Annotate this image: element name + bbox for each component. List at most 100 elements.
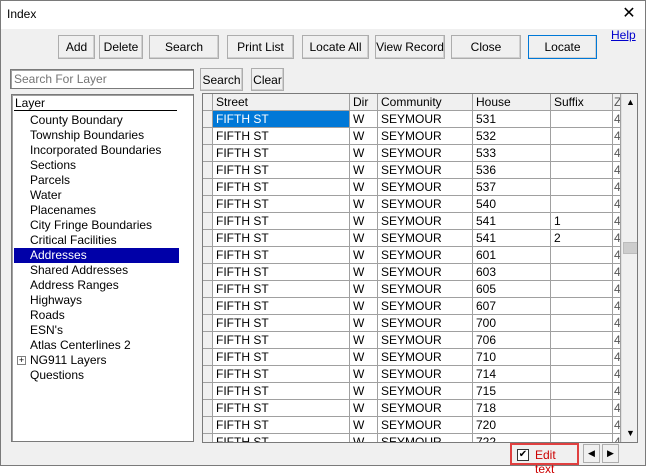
cell-house[interactable]: 541: [473, 230, 551, 247]
cell-z[interactable]: 4: [613, 417, 621, 434]
cell-dir[interactable]: W: [350, 383, 378, 400]
cell-community[interactable]: SEYMOUR: [378, 230, 473, 247]
cell-street[interactable]: FIFTH ST: [213, 417, 350, 434]
cell-community[interactable]: SEYMOUR: [378, 162, 473, 179]
cell-dir[interactable]: W: [350, 230, 378, 247]
cell-community[interactable]: SEYMOUR: [378, 179, 473, 196]
prev-record-icon[interactable]: ◀: [583, 444, 600, 463]
cell-z[interactable]: 4: [613, 230, 621, 247]
cell-street[interactable]: FIFTH ST: [213, 213, 350, 230]
cell-z[interactable]: 4: [613, 179, 621, 196]
cell-house[interactable]: 706: [473, 332, 551, 349]
cell-community[interactable]: SEYMOUR: [378, 417, 473, 434]
cell-dir[interactable]: W: [350, 434, 378, 442]
layer-item[interactable]: Addresses: [14, 248, 179, 263]
layer-item[interactable]: Parcels: [14, 173, 179, 188]
cell-street[interactable]: FIFTH ST: [213, 111, 350, 128]
cell-suffix[interactable]: [551, 417, 613, 434]
table-row[interactable]: FIFTH ST W SEYMOUR 710 4: [203, 349, 621, 366]
cell-community[interactable]: SEYMOUR: [378, 366, 473, 383]
cell-z[interactable]: 4: [613, 315, 621, 332]
cell-dir[interactable]: W: [350, 179, 378, 196]
cell-dir[interactable]: W: [350, 349, 378, 366]
cell-suffix[interactable]: [551, 400, 613, 417]
table-row[interactable]: FIFTH ST W SEYMOUR 706 4: [203, 332, 621, 349]
cell-house[interactable]: 720: [473, 417, 551, 434]
cell-house[interactable]: 532: [473, 128, 551, 145]
cell-suffix[interactable]: [551, 366, 613, 383]
close-button[interactable]: Close: [451, 35, 521, 59]
cell-house[interactable]: 533: [473, 145, 551, 162]
cell-suffix[interactable]: [551, 179, 613, 196]
view-record-button[interactable]: View Record: [375, 35, 445, 59]
layer-item[interactable]: Incorporated Boundaries: [14, 143, 179, 158]
cell-house[interactable]: 601: [473, 247, 551, 264]
cell-street[interactable]: FIFTH ST: [213, 179, 350, 196]
cell-street[interactable]: FIFTH ST: [213, 349, 350, 366]
row-indicator[interactable]: [203, 230, 213, 247]
cell-z[interactable]: 4: [613, 349, 621, 366]
cell-suffix[interactable]: [551, 264, 613, 281]
cell-street[interactable]: FIFTH ST: [213, 264, 350, 281]
table-row[interactable]: FIFTH ST W SEYMOUR 532 4: [203, 128, 621, 145]
column-header-house[interactable]: House: [473, 94, 551, 111]
cell-community[interactable]: SEYMOUR: [378, 315, 473, 332]
cell-suffix[interactable]: [551, 162, 613, 179]
scroll-up-icon[interactable]: ▲: [622, 94, 637, 111]
row-indicator[interactable]: [203, 332, 213, 349]
cell-suffix[interactable]: 2: [551, 230, 613, 247]
cell-house[interactable]: 531: [473, 111, 551, 128]
cell-z[interactable]: 4: [613, 400, 621, 417]
cell-street[interactable]: FIFTH ST: [213, 383, 350, 400]
cell-house[interactable]: 710: [473, 349, 551, 366]
row-indicator[interactable]: [203, 298, 213, 315]
column-header-community[interactable]: Community: [378, 94, 473, 111]
row-indicator[interactable]: [203, 111, 213, 128]
layer-item[interactable]: Township Boundaries: [14, 128, 179, 143]
close-icon[interactable]: ✕: [619, 4, 639, 24]
cell-suffix[interactable]: [551, 332, 613, 349]
row-indicator[interactable]: [203, 213, 213, 230]
cell-community[interactable]: SEYMOUR: [378, 196, 473, 213]
edit-text-checkbox[interactable]: ✔: [517, 449, 529, 461]
cell-community[interactable]: SEYMOUR: [378, 383, 473, 400]
cell-dir[interactable]: W: [350, 332, 378, 349]
cell-community[interactable]: SEYMOUR: [378, 349, 473, 366]
table-row[interactable]: FIFTH ST W SEYMOUR 714 4: [203, 366, 621, 383]
cell-dir[interactable]: W: [350, 315, 378, 332]
layer-item[interactable]: Shared Addresses: [14, 263, 179, 278]
cell-suffix[interactable]: [551, 196, 613, 213]
table-row[interactable]: FIFTH ST W SEYMOUR 720 4: [203, 417, 621, 434]
edit-text-toggle[interactable]: ✔ Edit text: [510, 443, 579, 476]
help-link[interactable]: Help: [611, 28, 636, 42]
layer-search-button[interactable]: Search: [200, 68, 243, 91]
cell-house[interactable]: 718: [473, 400, 551, 417]
cell-suffix[interactable]: [551, 298, 613, 315]
layer-item[interactable]: Water: [14, 188, 179, 203]
cell-suffix[interactable]: [551, 128, 613, 145]
expand-plus-icon[interactable]: +: [17, 356, 26, 365]
row-indicator[interactable]: [203, 179, 213, 196]
cell-house[interactable]: 722: [473, 434, 551, 442]
cell-z[interactable]: 4: [613, 298, 621, 315]
cell-community[interactable]: SEYMOUR: [378, 332, 473, 349]
cell-street[interactable]: FIFTH ST: [213, 230, 350, 247]
row-indicator[interactable]: [203, 196, 213, 213]
column-header-street[interactable]: Street: [213, 94, 350, 111]
row-indicator[interactable]: [203, 162, 213, 179]
cell-dir[interactable]: W: [350, 366, 378, 383]
cell-dir[interactable]: W: [350, 298, 378, 315]
cell-z[interactable]: 4: [613, 213, 621, 230]
cell-house[interactable]: 603: [473, 264, 551, 281]
cell-community[interactable]: SEYMOUR: [378, 298, 473, 315]
cell-z[interactable]: 4: [613, 366, 621, 383]
cell-z[interactable]: 4: [613, 111, 621, 128]
cell-dir[interactable]: W: [350, 281, 378, 298]
row-indicator[interactable]: [203, 434, 213, 442]
cell-dir[interactable]: W: [350, 196, 378, 213]
cell-street[interactable]: FIFTH ST: [213, 247, 350, 264]
cell-dir[interactable]: W: [350, 162, 378, 179]
table-row[interactable]: FIFTH ST W SEYMOUR 537 4: [203, 179, 621, 196]
cell-dir[interactable]: W: [350, 111, 378, 128]
table-row[interactable]: FIFTH ST W SEYMOUR 607 4: [203, 298, 621, 315]
